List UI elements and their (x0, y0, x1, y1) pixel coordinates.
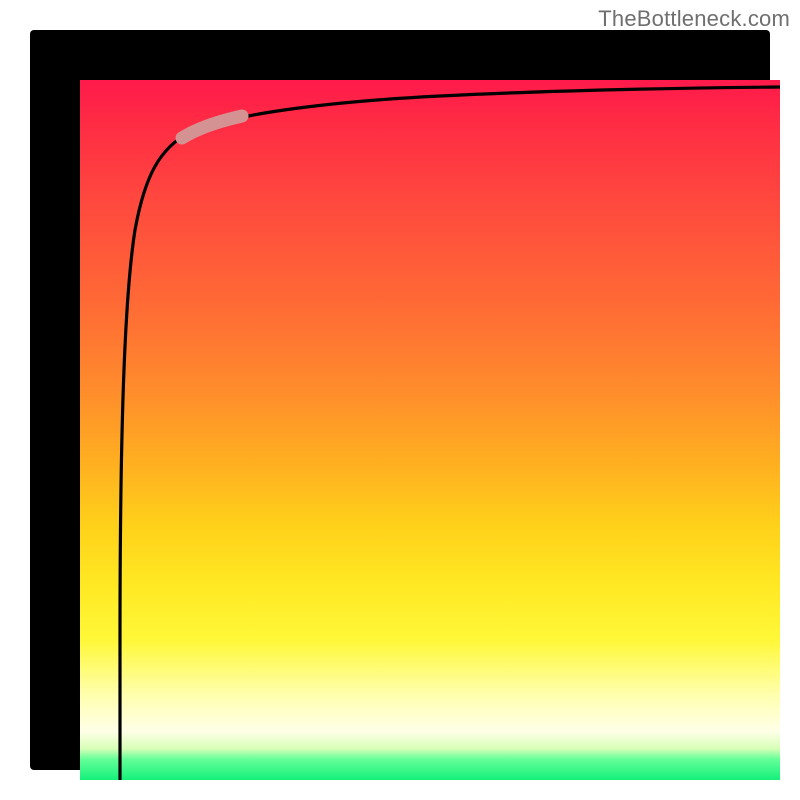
plot-area (80, 80, 780, 780)
curve-overlay (80, 80, 780, 780)
watermark-text: TheBottleneck.com (598, 6, 790, 32)
chart-stage: TheBottleneck.com (0, 0, 800, 800)
curve-path (120, 87, 780, 780)
chart-outer-frame (30, 30, 770, 770)
highlight-segment (182, 116, 242, 138)
